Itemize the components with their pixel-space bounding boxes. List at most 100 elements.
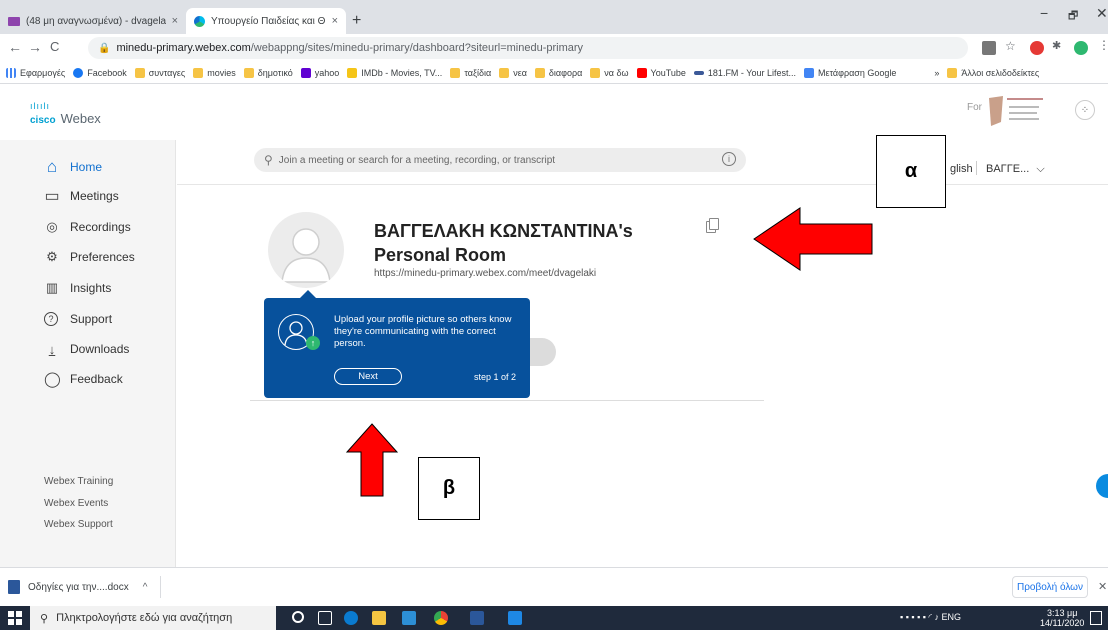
brand-cisco: cisco — [30, 115, 56, 126]
user-menu[interactable]: ΒΑΓΓΕ... ⌵ — [986, 163, 1045, 176]
sidebar-item-preferences[interactable]: ⚙ Preferences — [44, 247, 135, 267]
youtube-icon — [636, 67, 647, 78]
divider — [160, 576, 161, 598]
webex-training-link[interactable]: Webex Training — [44, 476, 113, 487]
search-icon: ⚲ — [264, 153, 273, 167]
address-bar[interactable]: 🔒 minedu-primary.webex.com/webappng/site… — [88, 37, 968, 59]
bookmark-item[interactable]: Facebook — [73, 67, 127, 78]
calendar-icon: ▭ — [44, 188, 60, 205]
tab-gmail[interactable]: (48 μη αναγνωσμένα) - dvagelak × — [0, 8, 186, 34]
sidebar-item-label: Insights — [70, 281, 112, 295]
sidebar-item-support[interactable]: ? Support — [44, 309, 112, 329]
sidebar-item-label: Preferences — [70, 250, 135, 264]
copy-icon[interactable] — [706, 218, 719, 233]
bookmark-item[interactable]: ταξίδια — [450, 67, 491, 78]
tab-close-icon[interactable]: × — [332, 15, 338, 27]
sidebar-item-insights[interactable]: ▥ Insights — [44, 278, 112, 298]
notification-icon[interactable] — [1090, 611, 1102, 625]
sidebar-item-label: Home — [70, 160, 103, 174]
bookmark-item[interactable]: YouTube — [636, 67, 686, 78]
next-button[interactable]: Next — [334, 368, 402, 385]
gear-icon: ⚙ — [46, 249, 58, 264]
tab-title: (48 μη αναγνωσμένα) - dvagelak — [26, 15, 166, 27]
sidebar-item-home[interactable]: ⌂ Home — [44, 157, 102, 177]
folder-icon — [243, 67, 254, 78]
star-icon[interactable]: ☆ — [1005, 39, 1019, 53]
feedback-icon: ◯ — [44, 371, 61, 388]
sidebar-item-feedback[interactable]: ◯ Feedback — [44, 369, 123, 389]
personal-room-title: ΒΑΓΓΕΛΑΚΗ ΚΩΝΣΤΑΝΤΙΝΑ's Personal Room — [374, 221, 633, 265]
app-switcher-button[interactable]: ⁘ — [1075, 100, 1095, 120]
bookmark-item[interactable]: συνταγες — [134, 67, 185, 78]
file-explorer-icon[interactable] — [372, 611, 386, 625]
adblock-icon[interactable] — [1030, 41, 1044, 55]
sidebar-item-meetings[interactable]: ▭ Meetings — [44, 186, 118, 206]
bookmark-item[interactable]: διαφορα — [534, 67, 582, 78]
cortana-icon[interactable] — [292, 611, 304, 623]
windows-start-icon[interactable] — [8, 611, 22, 625]
taskbar-clock[interactable]: 3:13 μμ 14/11/2020 — [1040, 608, 1084, 628]
recording-icon: ◎ — [46, 219, 58, 234]
cisco-bars-icon: ılıılı — [30, 101, 51, 111]
word-app-icon[interactable] — [470, 611, 484, 625]
info-icon[interactable]: i — [722, 152, 736, 166]
bookmark-item[interactable]: yahoo — [300, 67, 339, 78]
close-shelf-button[interactable]: ✕ — [1098, 580, 1107, 593]
bookmark-item[interactable]: IMDb - Movies, TV... — [347, 67, 442, 78]
task-view-icon[interactable] — [318, 611, 332, 625]
sidebar-item-recordings[interactable]: ◎ Recordings — [44, 217, 130, 237]
help-chat-button[interactable] — [1096, 474, 1108, 498]
extensions-icon[interactable]: ✱ — [1052, 39, 1066, 53]
avatar[interactable] — [268, 212, 344, 288]
other-bookmarks[interactable]: Άλλοι σελιδοδείκτες — [947, 67, 1039, 78]
bookmarks-overflow-button[interactable]: » — [934, 68, 939, 78]
translate-extension-icon[interactable] — [982, 41, 996, 55]
bookmark-item[interactable]: να δω — [590, 67, 629, 78]
sidebar-item-downloads[interactable]: ↓ Downloads — [44, 339, 130, 359]
download-item[interactable]: Οδηγίες για την....docx ^ — [8, 580, 147, 594]
folder-icon — [590, 67, 601, 78]
divider — [250, 400, 764, 401]
tab-close-icon[interactable]: × — [172, 15, 178, 27]
bookmark-item[interactable]: δημοτικό — [243, 67, 293, 78]
minimize-button[interactable]: − — [1040, 5, 1048, 21]
search-input[interactable]: ⚲ Join a meeting or search for a meeting… — [254, 148, 746, 172]
menu-icon[interactable]: ⋮ — [1098, 38, 1108, 52]
new-tab-button[interactable]: + — [352, 12, 361, 30]
taskbar-search-placeholder: Πληκτρολογήστε εδώ για αναζήτηση — [56, 612, 233, 624]
tooltip-text: Upload your profile picture so others kn… — [334, 314, 512, 349]
reload-button[interactable]: C — [50, 39, 59, 54]
sidebar: ⌂ Home ▭ Meetings ◎ Recordings ⚙ Prefere… — [0, 140, 176, 567]
tab-webex[interactable]: Υπουργείο Παιδείας και Θρησκε × — [186, 8, 346, 34]
store-icon[interactable] — [402, 611, 416, 625]
maximize-button[interactable]: 🗗 — [1068, 7, 1078, 26]
show-all-button[interactable]: Προβολή όλων — [1012, 576, 1088, 598]
app-icon[interactable] — [508, 611, 522, 625]
edge-icon[interactable] — [344, 611, 358, 625]
chevron-up-icon[interactable]: ^ — [143, 582, 148, 593]
bookmark-item[interactable]: 181.FM - Your Lifest... — [693, 68, 796, 78]
help-icon: ? — [44, 312, 58, 326]
bookmark-item[interactable]: movies — [193, 67, 236, 78]
forward-button[interactable]: → — [28, 39, 42, 55]
red-arrow-left — [753, 207, 873, 271]
chrome-icon[interactable] — [434, 611, 448, 625]
language-selector[interactable]: glish — [950, 163, 973, 175]
folder-icon — [193, 67, 204, 78]
cisco-webex-logo[interactable]: ılıılı cisco Webex — [30, 101, 101, 127]
bookmark-item[interactable]: Μετάφραση Google — [803, 67, 896, 78]
annotation-label-a: α — [876, 135, 946, 208]
webex-events-link[interactable]: Webex Events — [44, 498, 108, 509]
profile-avatar[interactable] — [1074, 41, 1088, 55]
word-document-icon — [8, 580, 20, 594]
imdb-icon — [347, 67, 358, 78]
divider — [976, 161, 977, 175]
system-tray[interactable]: ▪ ▪ ▪ ▪ ▪ ◜ ♪ ENG — [900, 612, 961, 623]
personal-room-url[interactable]: https://minedu-primary.webex.com/meet/dv… — [374, 268, 596, 279]
back-button[interactable]: ← — [8, 39, 22, 55]
bookmark-item[interactable]: νεα — [499, 67, 527, 78]
taskbar-search-input[interactable]: ⚲ Πληκτρολογήστε εδώ για αναζήτηση — [30, 606, 276, 630]
webex-support-link[interactable]: Webex Support — [44, 519, 113, 530]
close-window-button[interactable]: ✕ — [1096, 5, 1108, 22]
bookmark-item[interactable]: Εφαρμογές — [6, 67, 65, 78]
